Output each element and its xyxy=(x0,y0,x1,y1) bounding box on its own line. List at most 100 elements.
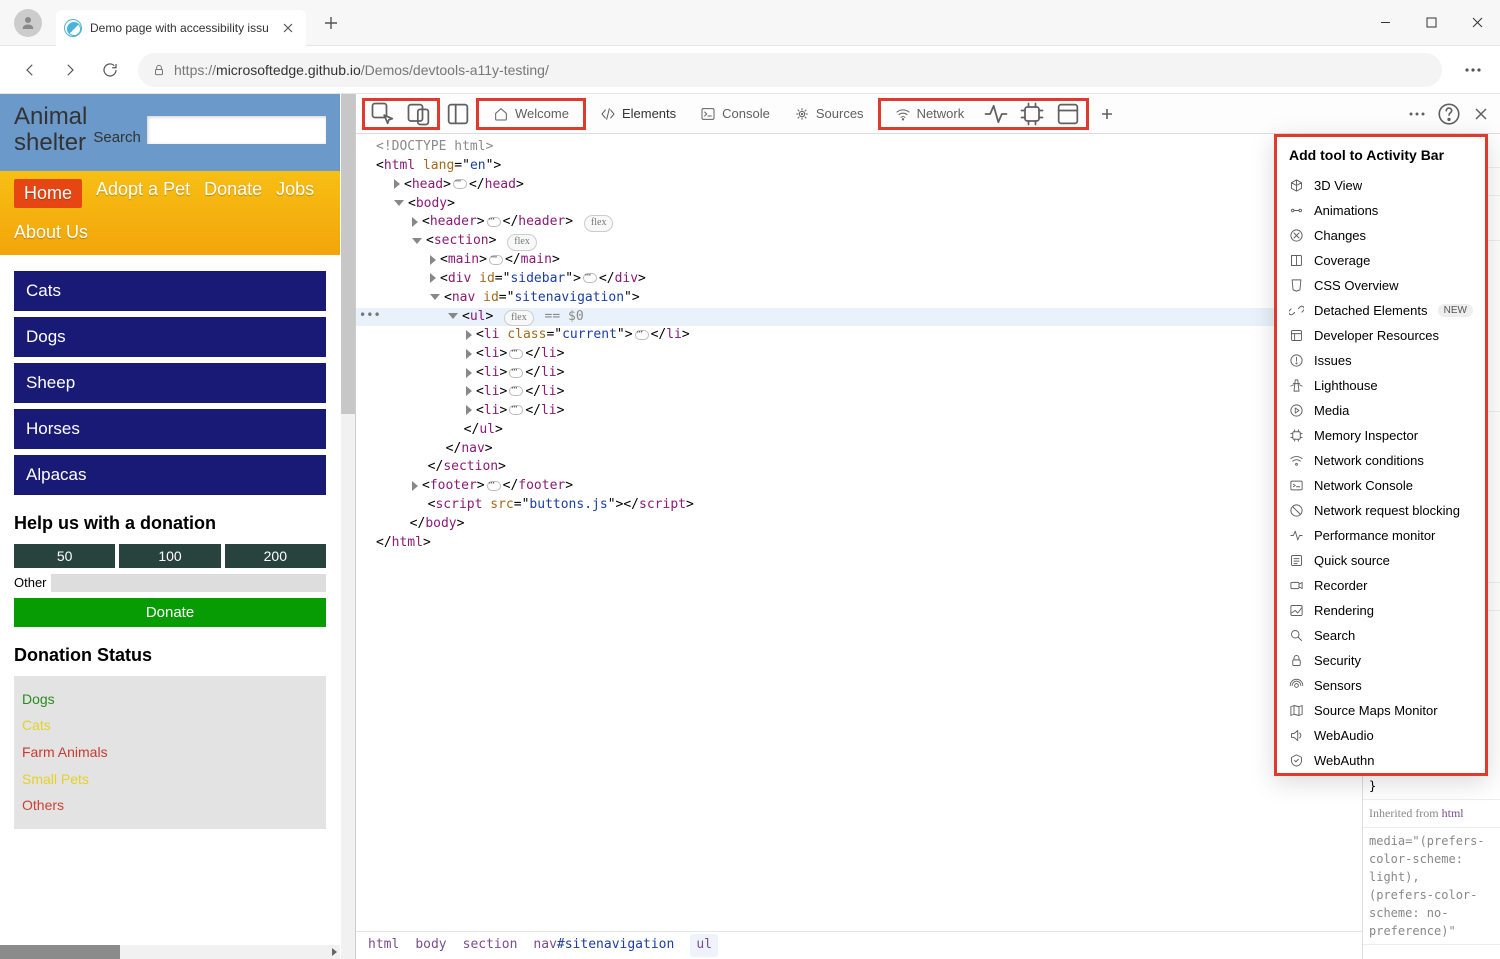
dropdown-item[interactable]: 3D View xyxy=(1277,173,1485,198)
dropdown-item[interactable]: Memory Inspector xyxy=(1277,423,1485,448)
breadcrumb-item[interactable]: section xyxy=(463,936,518,955)
memory-chip-icon[interactable] xyxy=(1018,100,1046,128)
nav-adopt[interactable]: Adopt a Pet xyxy=(96,179,190,208)
close-window-button[interactable] xyxy=(1454,0,1500,46)
dropdown-item[interactable]: Sensors xyxy=(1277,673,1485,698)
dom-node-selected[interactable]: <ul> flex == $0 xyxy=(356,308,1362,327)
dom-node[interactable]: <html lang="en"> xyxy=(356,157,1362,176)
dropdown-item[interactable]: Security xyxy=(1277,648,1485,673)
page-hscroll-thumb[interactable] xyxy=(0,945,120,959)
status-row: Cats xyxy=(22,712,318,739)
dom-node[interactable]: <footer></footer> xyxy=(356,477,1362,496)
dropdown-item[interactable]: Rendering xyxy=(1277,598,1485,623)
dropdown-item[interactable]: Changes xyxy=(1277,223,1485,248)
reload-button[interactable] xyxy=(92,52,128,88)
dropdown-item[interactable]: Animations xyxy=(1277,198,1485,223)
sidebar-item[interactable]: Dogs xyxy=(14,317,326,357)
performance-icon[interactable] xyxy=(982,100,1010,128)
dom-node[interactable]: <script src="buttons.js"></script> xyxy=(356,496,1362,515)
dom-node[interactable]: </ul> xyxy=(356,421,1362,440)
back-button[interactable] xyxy=(12,52,48,88)
dropdown-item[interactable]: Network request blocking xyxy=(1277,498,1485,523)
tab-welcome[interactable]: Welcome xyxy=(483,97,579,131)
donation-amount-button[interactable]: 200 xyxy=(225,544,326,568)
devtools-help-button[interactable] xyxy=(1436,101,1462,127)
devtools-close-button[interactable] xyxy=(1468,101,1494,127)
dropdown-item[interactable]: Recorder xyxy=(1277,573,1485,598)
tab-network[interactable]: Network xyxy=(885,97,975,131)
breadcrumb-item-selected[interactable]: ul xyxy=(690,934,718,957)
dom-node[interactable]: <div id="sidebar"></div> xyxy=(356,270,1362,289)
dropdown-item[interactable]: Developer Resources xyxy=(1277,323,1485,348)
dropdown-item[interactable]: Network Console xyxy=(1277,473,1485,498)
sidebar-item[interactable]: Sheep xyxy=(14,363,326,403)
dropdown-item[interactable]: Quick source xyxy=(1277,548,1485,573)
dom-node[interactable]: </body> xyxy=(356,515,1362,534)
new-tab-button[interactable] xyxy=(316,8,346,38)
more-tools-button[interactable] xyxy=(1093,100,1121,128)
application-icon[interactable] xyxy=(1054,100,1082,128)
dropdown-item[interactable]: WebAuthn xyxy=(1277,748,1485,773)
dom-node[interactable]: <li class="current"></li> xyxy=(356,326,1362,345)
dom-node[interactable]: </nav> xyxy=(356,440,1362,459)
dropdown-item[interactable]: Lighthouse xyxy=(1277,373,1485,398)
dom-node[interactable]: <li></li> xyxy=(356,345,1362,364)
dropdown-item[interactable]: Network conditions xyxy=(1277,448,1485,473)
dom-tree[interactable]: ••• <!DOCTYPE html> <html lang="en"> <he… xyxy=(356,134,1362,959)
dropdown-item[interactable]: WebAudio xyxy=(1277,723,1485,748)
dom-node[interactable]: <li></li> xyxy=(356,402,1362,421)
browser-tab[interactable]: Demo page with accessibility issu xyxy=(56,10,306,46)
dom-node[interactable]: <section> flex xyxy=(356,232,1362,251)
page-vscroll-thumb[interactable] xyxy=(341,94,355,414)
dropdown-item[interactable]: Source Maps Monitor xyxy=(1277,698,1485,723)
search-input[interactable] xyxy=(147,116,326,144)
dom-node[interactable]: <header></header> flex xyxy=(356,213,1362,232)
donation-amount-button[interactable]: 100 xyxy=(119,544,220,568)
dock-toggle-button[interactable] xyxy=(444,100,472,128)
dropdown-item[interactable]: Search xyxy=(1277,623,1485,648)
tab-sources[interactable]: Sources xyxy=(784,97,874,131)
sidebar-item[interactable]: Alpacas xyxy=(14,455,326,495)
settings-menu-button[interactable] xyxy=(1458,55,1488,85)
url-field[interactable]: https://microsoftedge.github.io/Demos/de… xyxy=(138,53,1442,87)
minimize-button[interactable] xyxy=(1362,0,1408,46)
dom-node[interactable]: <body> xyxy=(356,195,1362,214)
donation-amount-button[interactable]: 50 xyxy=(14,544,115,568)
dom-node[interactable]: <li></li> xyxy=(356,364,1362,383)
breadcrumb-item[interactable]: html xyxy=(368,936,399,955)
dropdown-item[interactable]: Detached ElementsNEW xyxy=(1277,298,1485,323)
maximize-button[interactable] xyxy=(1408,0,1454,46)
hscroll-right-button[interactable] xyxy=(327,945,341,959)
inspect-element-button[interactable] xyxy=(369,100,397,128)
dom-node[interactable]: </html> xyxy=(356,534,1362,553)
dropdown-item[interactable]: Issues xyxy=(1277,348,1485,373)
style-rule[interactable]: media="(prefers-color-scheme: light),(pr… xyxy=(1363,828,1500,945)
nav-home[interactable]: Home xyxy=(14,179,82,208)
other-amount-input[interactable] xyxy=(51,574,326,592)
dom-node[interactable]: <main></main> xyxy=(356,251,1362,270)
dropdown-item[interactable]: CSS Overview xyxy=(1277,273,1485,298)
device-emulation-button[interactable] xyxy=(405,100,433,128)
dropdown-item[interactable]: Coverage xyxy=(1277,248,1485,273)
nav-donate[interactable]: Donate xyxy=(204,179,262,208)
dom-node[interactable]: <nav id="sitenavigation"> xyxy=(356,289,1362,308)
donate-button[interactable]: Donate xyxy=(14,598,326,627)
breadcrumb-item[interactable]: body xyxy=(415,936,446,955)
sidebar-item[interactable]: Cats xyxy=(14,271,326,311)
tab-close-button[interactable] xyxy=(280,20,296,36)
dropdown-item[interactable]: Performance monitor xyxy=(1277,523,1485,548)
dom-node[interactable]: </section> xyxy=(356,458,1362,477)
devtools-more-button[interactable] xyxy=(1404,101,1430,127)
profile-avatar[interactable] xyxy=(14,9,42,37)
tab-console[interactable]: Console xyxy=(690,97,780,131)
dom-node[interactable]: <li></li> xyxy=(356,383,1362,402)
sidebar-item[interactable]: Horses xyxy=(14,409,326,449)
nav-about[interactable]: About Us xyxy=(14,222,88,243)
nav-jobs[interactable]: Jobs xyxy=(276,179,314,208)
breadcrumb-item[interactable]: nav#sitenavigation xyxy=(533,936,674,955)
forward-button[interactable] xyxy=(52,52,88,88)
tab-elements[interactable]: Elements xyxy=(590,97,686,131)
dom-node[interactable]: <head></head> xyxy=(356,176,1362,195)
dom-node[interactable]: <!DOCTYPE html> xyxy=(356,138,1362,157)
dropdown-item[interactable]: Media xyxy=(1277,398,1485,423)
